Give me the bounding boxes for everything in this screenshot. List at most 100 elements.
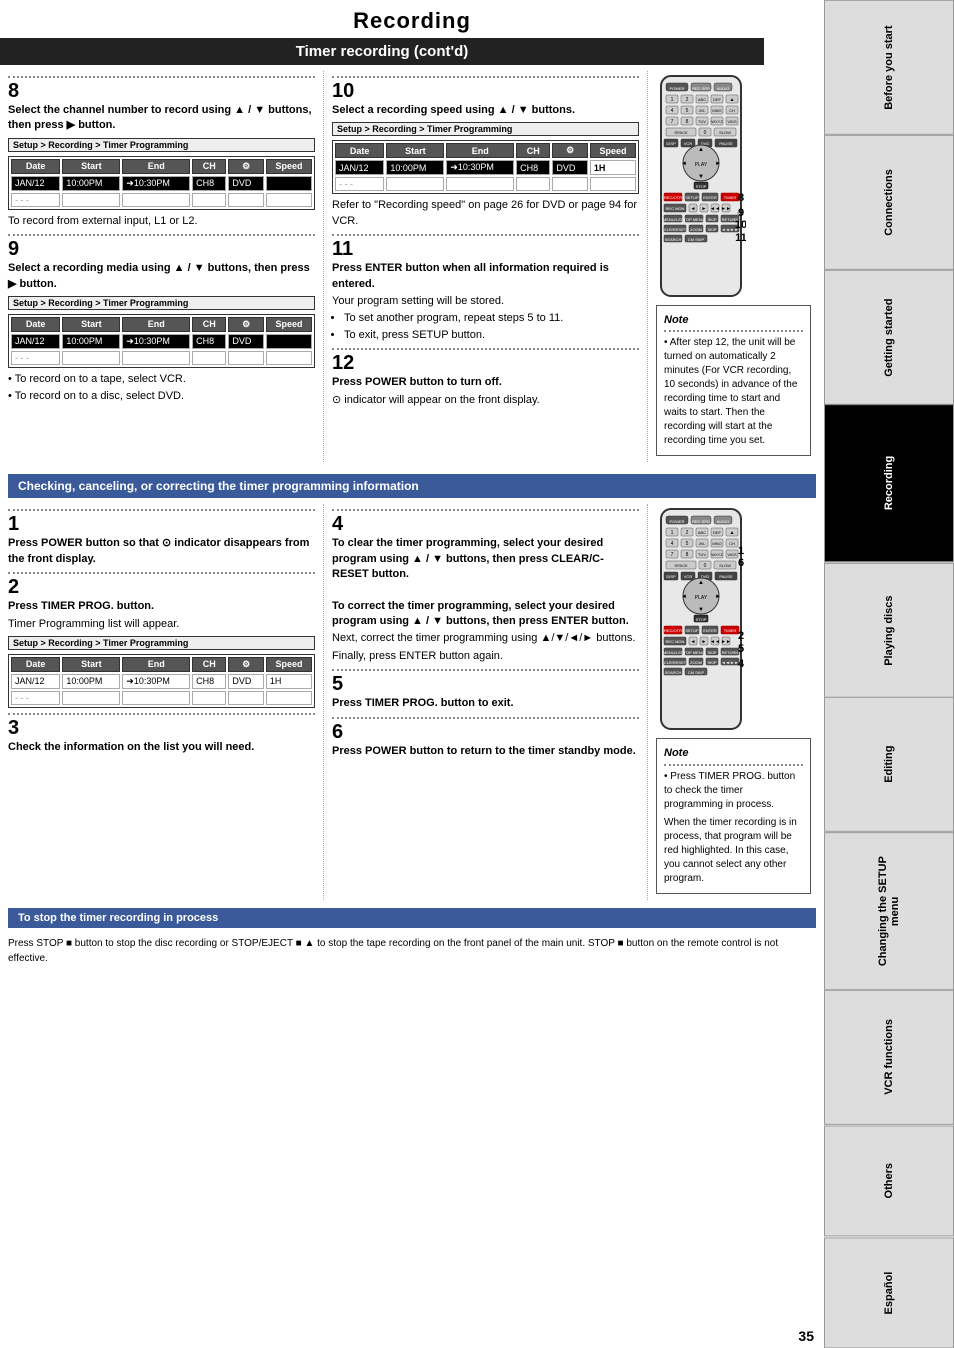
sidebar-tab-connections[interactable]: Connections [824, 135, 954, 270]
step-c1-title: Press POWER button so that ⊙ indicator d… [8, 536, 315, 567]
step-10-note: Refer to "Recording speed" on page 26 fo… [332, 198, 639, 229]
svg-text:SKIP: SKIP [707, 650, 716, 655]
setup-table-10: DateStartEndCH⚙Speed JAN/1210:00PM➜10:30… [332, 140, 639, 194]
step-c3-title: Check the information on the list you wi… [8, 740, 315, 755]
svg-text:SLOW: SLOW [719, 130, 731, 135]
svg-text:ENTER: ENTER [703, 628, 717, 633]
svg-text:PLAY: PLAY [695, 595, 708, 601]
step-c2-block: 2 Press TIMER PROG. button. Timer Progra… [8, 577, 315, 708]
svg-text:▲: ▲ [730, 530, 735, 536]
note-title-bottom: Note [664, 746, 803, 761]
svg-text:STOP: STOP [696, 184, 707, 189]
svg-text:0: 0 [704, 563, 707, 569]
column-remote-note: POWER REC SPD AUDIO 1 2 ABC DEF ▲ [656, 71, 816, 462]
sidebar-tab-vcr-functions[interactable]: VCR functions [824, 990, 954, 1125]
page-title: Recording [0, 0, 824, 38]
setup-table-c2: DateStartEndCH⚙Speed JAN/1210:00PM➜10:30… [8, 654, 315, 708]
svg-text:ZOOM: ZOOM [690, 227, 702, 232]
step-c2-number: 2 [8, 577, 315, 597]
svg-text:▲: ▲ [730, 97, 735, 103]
checking-title: Checking, canceling, or correcting the t… [18, 479, 419, 493]
step-c1-number: 1 [8, 514, 315, 534]
svg-text:2: 2 [738, 630, 744, 642]
sidebar-tab-playing-discs[interactable]: Playing discs [824, 563, 954, 698]
checking-left: 1 Press POWER button so that ⊙ indicator… [8, 504, 324, 899]
svg-text:PAUSE: PAUSE [719, 574, 733, 579]
svg-text:WXYZ: WXYZ [711, 119, 723, 124]
svg-text:REC SPD: REC SPD [692, 86, 710, 91]
svg-text:MNO: MNO [712, 108, 721, 113]
step-c1-block: 1 Press POWER button so that ⊙ indicator… [8, 514, 315, 567]
sidebar-tab-espanol[interactable]: Español [824, 1237, 954, 1348]
checking-bar: Checking, canceling, or correcting the t… [8, 474, 816, 498]
svg-text:8: 8 [686, 119, 689, 125]
step-c4-number: 4 [332, 514, 639, 534]
svg-text:1: 1 [738, 545, 744, 557]
svg-text:11: 11 [735, 232, 746, 244]
svg-text:◄: ◄ [681, 594, 687, 600]
svg-text:ZOOM: ZOOM [690, 660, 702, 665]
note-body-top: • After step 12, the unit will be turned… [664, 336, 803, 448]
setup-table-9: DateStartEndCH⚙Speed JAN/1210:00PM➜10:30… [8, 314, 315, 368]
step-11-title: Press ENTER button when all information … [332, 261, 639, 292]
svg-text:8: 8 [738, 192, 744, 204]
sidebar-tab-editing[interactable]: Editing [824, 697, 954, 832]
svg-text:2: 2 [686, 97, 689, 103]
svg-text:◄◄: ◄◄ [710, 206, 720, 212]
svg-text:AUDIO: AUDIO [717, 519, 730, 524]
svg-text:▼: ▼ [698, 174, 704, 180]
stop-bar: To stop the timer recording in process [8, 908, 816, 928]
step-c3-block: 3 Check the information on the list you … [8, 718, 315, 755]
svg-text:5: 5 [686, 108, 689, 114]
remote-control-bottom: POWER REC SPD AUDIO 1 2 ABC DEF [656, 504, 746, 734]
svg-text:JKL: JKL [699, 541, 707, 546]
svg-text:CLR/RESET: CLR/RESET [664, 227, 687, 232]
note-box-bottom: Note • Press TIMER PROG. button to check… [656, 738, 811, 893]
page-num-text: 35 [798, 1328, 814, 1344]
svg-text:CM SKIP: CM SKIP [688, 237, 705, 242]
setup-title-10: Setup > Recording > Timer Programming [332, 122, 639, 136]
step-c5-number: 5 [332, 674, 639, 694]
step-11-bullet-2: To exit, press SETUP button. [344, 328, 639, 343]
step-11-body: Your program setting will be stored. [332, 294, 639, 309]
setup-title-8: Setup > Recording > Timer Programming [8, 138, 315, 152]
svg-text:REC SPD: REC SPD [692, 519, 710, 524]
svg-text:SKIP: SKIP [707, 660, 716, 665]
svg-text:REC/OTR: REC/OTR [664, 628, 682, 633]
step-9-notes2: • To record on to a disc, select DVD. [8, 389, 315, 404]
svg-text:DEF: DEF [713, 530, 722, 535]
svg-text:STOP: STOP [696, 617, 707, 622]
checking-right: 4 To clear the timer programming, select… [332, 504, 648, 899]
svg-text:JKL: JKL [699, 108, 707, 113]
svg-text:TOP MENU: TOP MENU [684, 650, 705, 655]
svg-text:POWER: POWER [669, 519, 684, 524]
step-9-notes: • To record on to a tape, select VCR. [8, 372, 315, 387]
step-11-block: 11 Press ENTER button when all informati… [332, 239, 639, 343]
step-c6-title: Press POWER button to return to the time… [332, 744, 639, 759]
svg-text:0: 0 [704, 130, 707, 136]
step-c4-body3: Finally, press ENTER button again. [332, 649, 639, 664]
sidebar-tab-recording[interactable]: Recording [824, 404, 954, 562]
svg-text:SKIP: SKIP [707, 217, 716, 222]
svg-text:►: ► [702, 639, 707, 645]
svg-text:►: ► [702, 206, 707, 212]
svg-text:SKIP: SKIP [707, 227, 716, 232]
step-c4-body2: Next, correct the timer programming usin… [332, 631, 639, 646]
svg-text:▲: ▲ [698, 580, 704, 586]
svg-text:7: 7 [671, 552, 674, 558]
step-c2-title: Press TIMER PROG. button. [8, 599, 315, 614]
note-body-bottom-2: When the timer recording is in process, … [664, 816, 803, 886]
sidebar-tab-others[interactable]: Others [824, 1125, 954, 1236]
step-10-number: 10 [332, 81, 639, 101]
svg-text:PLAY: PLAY [695, 162, 708, 168]
step-8-number: 8 [8, 81, 315, 101]
sidebar-tab-getting-started[interactable]: Getting started [824, 270, 954, 405]
svg-text:TIMER: TIMER [724, 628, 737, 633]
svg-text:4: 4 [671, 108, 674, 114]
svg-text:DEF: DEF [713, 97, 722, 102]
sidebar-tab-before-you-start[interactable]: Before you start [824, 0, 954, 135]
note-body-bottom-1: • Press TIMER PROG. button to check the … [664, 770, 803, 812]
svg-text:◄: ◄ [681, 161, 687, 167]
remote-control-top: POWER REC SPD AUDIO 1 2 ABC DEF ▲ [656, 71, 746, 301]
sidebar-tab-changing-setup[interactable]: Changing the SETUP menu [824, 832, 954, 990]
